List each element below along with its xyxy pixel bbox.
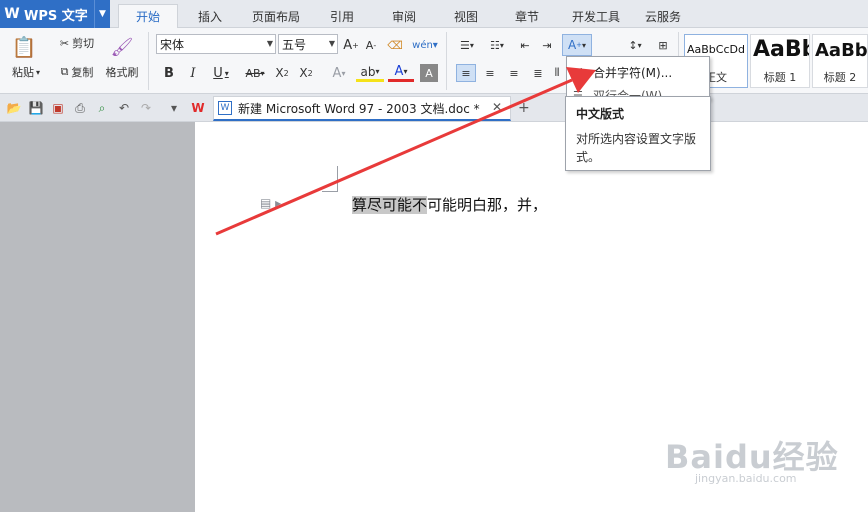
font-size-value: 五号 bbox=[282, 37, 307, 52]
tab-home[interactable]: 开始 bbox=[118, 4, 178, 28]
baidu-watermark: Baidu经验 jingyan.baidu.com bbox=[665, 432, 839, 485]
chevron-down-icon: ▼ bbox=[266, 39, 273, 48]
ribbon-divider bbox=[446, 32, 447, 90]
document-tab-title: 新建 Microsoft Word 97 - 2003 文档.doc * bbox=[238, 101, 480, 116]
copy-icon: ⧉ bbox=[60, 65, 69, 78]
font-color-icon[interactable]: A ▾ bbox=[388, 64, 414, 82]
align-left-icon[interactable]: ≡ bbox=[456, 64, 476, 82]
tab-page-layout[interactable]: 页面布局 bbox=[244, 4, 308, 28]
align-center-icon[interactable]: ≡ bbox=[480, 64, 500, 82]
grow-font-icon[interactable]: A + bbox=[342, 36, 360, 54]
style-heading-1[interactable]: AaBb 标题 1 bbox=[750, 34, 810, 88]
underline-icon[interactable]: U ▾ bbox=[206, 64, 236, 82]
wps-home-icon[interactable]: W bbox=[190, 100, 206, 116]
cut-label: 剪切 bbox=[72, 37, 95, 50]
tab-review[interactable]: 审阅 bbox=[382, 4, 426, 28]
sort-icon[interactable]: ↕ ▾ bbox=[622, 36, 648, 54]
font-size-select[interactable]: 五号 ▼ bbox=[278, 34, 338, 54]
subscript-icon[interactable]: X2 bbox=[296, 64, 316, 82]
shrink-font-icon[interactable]: A- bbox=[362, 36, 380, 54]
tooltip: 中文版式 对所选内容设置文字版式。 bbox=[565, 96, 711, 171]
paste-button[interactable]: 粘贴 ▾ bbox=[4, 64, 48, 80]
watermark-url: jingyan.baidu.com bbox=[695, 472, 797, 485]
italic-icon[interactable]: I bbox=[184, 64, 202, 82]
paste-label: 粘贴 bbox=[11, 66, 34, 79]
selected-text: 算尽可能不 bbox=[352, 196, 428, 214]
combine-characters-item[interactable]: ab 合并字符(M)... bbox=[567, 61, 709, 83]
text-effect-icon[interactable]: A ▾ bbox=[326, 64, 352, 82]
border-icon[interactable]: ⊞ bbox=[654, 36, 672, 54]
style-name: 标题 2 bbox=[823, 71, 857, 84]
new-tab-icon[interactable]: + bbox=[518, 100, 530, 116]
style-name: 标题 1 bbox=[763, 71, 797, 84]
save-icon[interactable]: 💾 bbox=[28, 100, 44, 116]
combine-characters-icon: ab bbox=[573, 65, 587, 79]
chinese-layout-menu: ab 合并字符(M)... ☰ 双行合一(W)... bbox=[566, 56, 710, 103]
document-text[interactable]: 算尽可能不可能明白那，并， bbox=[352, 194, 547, 215]
paragraph-handle-icon[interactable]: ▤ ▸ bbox=[260, 196, 281, 210]
format-painter-button[interactable]: 格式刷 bbox=[102, 64, 142, 80]
bold-icon[interactable]: B bbox=[160, 64, 178, 82]
style-sample: AaBb bbox=[815, 40, 868, 61]
char-shading-icon[interactable]: A bbox=[420, 64, 438, 82]
undo-icon[interactable]: ↶ bbox=[116, 100, 132, 116]
tab-cloud[interactable]: 云服务 bbox=[638, 4, 688, 28]
style-sample: AaBbCcDd bbox=[687, 43, 745, 56]
font-name-select[interactable]: 宋体 ▼ bbox=[156, 34, 276, 54]
decrease-indent-icon[interactable]: ⇤ bbox=[516, 36, 534, 54]
app-title: WPS 文字 bbox=[24, 8, 88, 24]
font-name-value: 宋体 bbox=[160, 37, 185, 52]
scissors-icon: ✂ bbox=[59, 36, 70, 50]
chinese-layout-button[interactable]: A + ▾ bbox=[562, 34, 592, 56]
wps-logo-icon: W bbox=[4, 6, 20, 22]
copy-button[interactable]: ⧉ 复制 bbox=[52, 63, 102, 81]
phonetic-guide-icon[interactable]: wén▾ bbox=[410, 34, 440, 56]
body-text: 可能明白那，并， bbox=[427, 196, 548, 214]
export-pdf-icon[interactable]: ▣ bbox=[50, 100, 66, 116]
bullet-list-icon[interactable]: ☰ ▾ bbox=[454, 36, 480, 54]
menu-bar: W WPS 文字 ▼ 开始 插入 页面布局 引用 审阅 视图 章节 开发工具 云… bbox=[0, 0, 868, 28]
app-menu-dropdown-icon[interactable]: ▼ bbox=[94, 0, 110, 28]
document-tab[interactable]: W 新建 Microsoft Word 97 - 2003 文档.doc * ✕ bbox=[213, 96, 511, 121]
print-preview-icon[interactable]: ⌕ bbox=[94, 100, 110, 116]
margin-marker bbox=[337, 166, 338, 192]
document-icon: W bbox=[218, 101, 232, 115]
print-icon[interactable]: ⎙ bbox=[72, 100, 88, 116]
tab-view[interactable]: 视图 bbox=[444, 4, 488, 28]
wps-app-button[interactable]: W WPS 文字 ▼ bbox=[0, 0, 110, 28]
style-sample: AaBb bbox=[753, 37, 809, 62]
customize-toolbar-icon[interactable]: ▾ bbox=[166, 100, 182, 116]
distribute-icon[interactable]: ⫴ bbox=[550, 64, 564, 82]
tab-references[interactable]: 引用 bbox=[320, 4, 364, 28]
menu-item-label: 合并字符(M)... bbox=[593, 65, 673, 80]
clear-format-icon[interactable]: ⌫ bbox=[386, 36, 404, 54]
tab-developer[interactable]: 开发工具 bbox=[564, 4, 628, 28]
ribbon: 📋 粘贴 ▾ ✂ 剪切 ⧉ 复制 🖌 格式刷 宋体 ▼ 五号 ▼ A + A- ⌫ wén▾… bbox=[0, 28, 868, 94]
chevron-down-icon: ▼ bbox=[328, 39, 335, 48]
redo-icon[interactable]: ↷ bbox=[138, 100, 154, 116]
justify-icon[interactable]: ≣ bbox=[528, 64, 548, 82]
close-icon[interactable]: ✕ bbox=[492, 100, 502, 114]
copy-label: 复制 bbox=[71, 66, 94, 79]
cut-button[interactable]: ✂ 剪切 bbox=[52, 34, 102, 52]
increase-indent-icon[interactable]: ⇥ bbox=[538, 36, 556, 54]
superscript-icon[interactable]: X2 bbox=[272, 64, 292, 82]
tab-sections[interactable]: 章节 bbox=[505, 4, 549, 28]
watermark-brand: Baidu经验 bbox=[665, 438, 839, 476]
align-right-icon[interactable]: ≡ bbox=[504, 64, 524, 82]
numbered-list-icon[interactable]: ☷ ▾ bbox=[484, 36, 510, 54]
highlight-icon[interactable]: ab ▾ bbox=[356, 64, 384, 82]
tooltip-body: 对所选内容设置文字版式。 bbox=[576, 132, 697, 164]
margin-marker bbox=[322, 191, 338, 192]
format-painter-icon[interactable]: 🖌 bbox=[108, 34, 136, 60]
strikethrough-icon[interactable]: AB ▾ bbox=[240, 64, 270, 82]
style-heading-2[interactable]: AaBb 标题 2 bbox=[812, 34, 868, 88]
ribbon-divider bbox=[148, 32, 149, 90]
open-folder-icon[interactable]: 📂 bbox=[6, 100, 22, 116]
paste-icon[interactable]: 📋 bbox=[10, 34, 38, 60]
tooltip-title: 中文版式 bbox=[576, 107, 625, 121]
tab-insert[interactable]: 插入 bbox=[188, 4, 232, 28]
